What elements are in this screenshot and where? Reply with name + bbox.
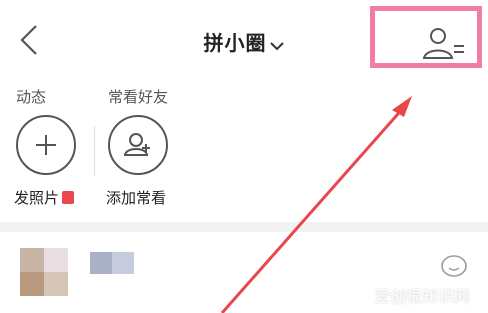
top-navigation-bar: 拼小圈: [0, 0, 488, 73]
highlight-box: [370, 6, 482, 68]
plus-icon: [36, 135, 56, 155]
chevron-down-icon[interactable]: [269, 38, 285, 54]
watermark-text: 爱创根知识网: [373, 287, 470, 306]
post-photo-text: 发照片: [14, 189, 60, 207]
post-photo-label[interactable]: 发照片: [14, 187, 75, 208]
page-title[interactable]: 拼小圈: [204, 31, 267, 55]
avatar[interactable]: [20, 248, 68, 296]
add-friend-icon: [123, 133, 150, 156]
post-photo-button[interactable]: [16, 115, 76, 175]
comment-bubble-icon[interactable]: [440, 254, 468, 280]
section-gap: [0, 222, 488, 232]
avatar-tile: [20, 248, 44, 272]
avatar-tile: [44, 248, 68, 272]
add-frequent-button[interactable]: [108, 115, 168, 175]
blur-tile: [112, 252, 134, 274]
blur-tile: [90, 252, 112, 274]
divider: [94, 126, 95, 176]
red-badge-icon: [62, 191, 75, 204]
frequent-friends-label: 常看好友: [108, 88, 169, 106]
add-frequent-label[interactable]: 添加常看: [106, 187, 166, 208]
blurred-username: [90, 252, 134, 274]
avatar-tile: [44, 272, 68, 296]
avatar-tile: [20, 272, 44, 296]
dynamic-section-label: 动态: [16, 88, 47, 106]
